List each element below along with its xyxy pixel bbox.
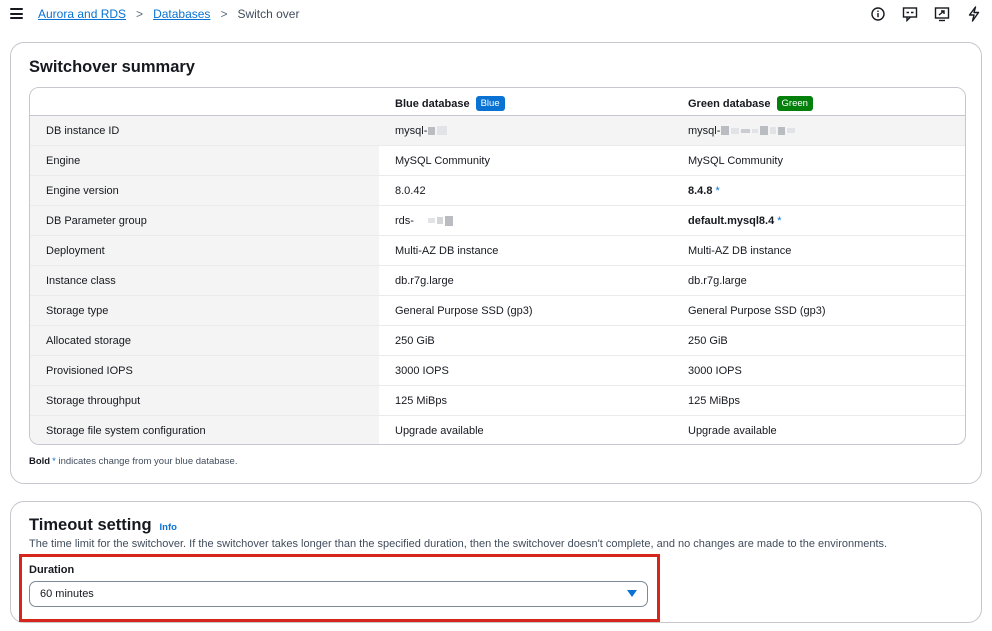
timeout-setting-panel: Timeout setting Info The time limit for t… bbox=[10, 501, 982, 623]
green-value: 125 MiBps bbox=[688, 394, 740, 407]
top-bar: Aurora and RDS > Databases > Switch over bbox=[0, 0, 992, 30]
table-row: Instance class db.r7g.large db.r7g.large bbox=[30, 266, 965, 296]
note-bold: Bold bbox=[29, 456, 51, 467]
caret-down-icon bbox=[627, 590, 637, 597]
table-row: DB Parameter group rds- default.mysql8.4… bbox=[30, 206, 965, 236]
row-label: Storage file system configuration bbox=[46, 425, 206, 437]
green-value: default.mysql8.4 * bbox=[688, 214, 782, 227]
change-marker: * bbox=[715, 184, 720, 197]
green-value: 250 GiB bbox=[688, 334, 728, 347]
blue-database-header: Blue database Blue bbox=[395, 96, 505, 111]
table-row: Deployment Multi-AZ DB instance Multi-AZ… bbox=[30, 236, 965, 266]
blue-value: mysql- bbox=[395, 116, 448, 145]
blue-value: General Purpose SSD (gp3) bbox=[395, 304, 533, 317]
breadcrumb-separator: > bbox=[136, 7, 144, 21]
row-label: Engine bbox=[46, 154, 81, 167]
table-row: Provisioned IOPS 3000 IOPS 3000 IOPS bbox=[30, 356, 965, 386]
feedback-icon[interactable] bbox=[902, 6, 918, 22]
table-header: Blue database Blue Green database Green bbox=[30, 88, 965, 116]
green-value: General Purpose SSD (gp3) bbox=[688, 304, 826, 317]
row-label: Provisioned IOPS bbox=[46, 364, 133, 377]
blue-badge: Blue bbox=[475, 96, 505, 111]
redacted-text bbox=[428, 126, 448, 135]
redacted-text bbox=[427, 215, 453, 226]
green-value: db.r7g.large bbox=[688, 274, 747, 287]
duration-selected-value: 60 minutes bbox=[40, 588, 94, 600]
green-value: Multi-AZ DB instance bbox=[688, 244, 792, 257]
switchover-summary-panel: Switchover summary Blue database Blue Gr… bbox=[10, 42, 982, 484]
timeout-title-row: Timeout setting Info bbox=[29, 516, 177, 535]
menu-icon[interactable] bbox=[10, 8, 23, 19]
breadcrumb-aurora-rds[interactable]: Aurora and RDS bbox=[38, 7, 126, 21]
table-row: Storage file system configuration Upgrad… bbox=[30, 416, 965, 444]
breadcrumb-separator: > bbox=[220, 7, 228, 21]
row-label: Storage throughput bbox=[46, 394, 141, 407]
lightning-icon[interactable] bbox=[966, 6, 982, 22]
blue-value: 125 MiBps bbox=[395, 394, 447, 407]
green-value: MySQL Community bbox=[688, 154, 783, 167]
blue-value: Upgrade available bbox=[395, 425, 484, 437]
blue-value: 3000 IOPS bbox=[395, 364, 449, 377]
duration-label: Duration bbox=[29, 564, 75, 576]
breadcrumb-databases[interactable]: Databases bbox=[153, 7, 210, 21]
blue-value: rds- bbox=[395, 206, 453, 235]
green-database-header: Green database Green bbox=[688, 96, 813, 111]
green-database-label: Green database bbox=[688, 97, 771, 110]
green-value: 3000 IOPS bbox=[688, 364, 742, 377]
green-value: 8.4.8 * bbox=[688, 184, 720, 197]
green-value: Upgrade available bbox=[688, 425, 777, 437]
table-row: DB instance ID mysql- mysql- bbox=[30, 116, 965, 146]
row-label: Storage type bbox=[46, 304, 109, 317]
blue-value: db.r7g.large bbox=[395, 274, 454, 287]
row-label: DB instance ID bbox=[46, 124, 120, 137]
blue-value: Multi-AZ DB instance bbox=[395, 244, 499, 257]
row-label: Instance class bbox=[46, 274, 116, 287]
blue-value: 250 GiB bbox=[395, 334, 435, 347]
row-label: Deployment bbox=[46, 244, 105, 257]
green-badge: Green bbox=[776, 96, 813, 111]
note-text: indicates change from your blue database… bbox=[58, 456, 238, 467]
summary-table: Blue database Blue Green database Green … bbox=[29, 87, 966, 445]
blue-database-label: Blue database bbox=[395, 97, 470, 110]
change-marker: * bbox=[777, 214, 782, 227]
table-row: Storage throughput 125 MiBps 125 MiBps bbox=[30, 386, 965, 416]
change-marker: * bbox=[52, 456, 56, 467]
info-link[interactable]: Info bbox=[160, 522, 177, 533]
table-row: Engine version 8.0.42 8.4.8 * bbox=[30, 176, 965, 206]
breadcrumb: Aurora and RDS > Databases > Switch over bbox=[38, 7, 299, 21]
blue-value: MySQL Community bbox=[395, 154, 490, 167]
duration-select[interactable]: 60 minutes bbox=[29, 581, 648, 607]
timeout-description: The time limit for the switchover. If th… bbox=[29, 538, 888, 550]
green-value: mysql- bbox=[688, 116, 796, 145]
table-row: Engine MySQL Community MySQL Community bbox=[30, 146, 965, 176]
table-row: Storage type General Purpose SSD (gp3) G… bbox=[30, 296, 965, 326]
table-row: Allocated storage 250 GiB 250 GiB bbox=[30, 326, 965, 356]
change-note: Bold * indicates change from your blue da… bbox=[29, 456, 237, 467]
row-label: DB Parameter group bbox=[46, 214, 147, 227]
redacted-text bbox=[721, 126, 796, 135]
info-icon[interactable] bbox=[870, 6, 886, 22]
screen-share-icon[interactable] bbox=[934, 6, 950, 22]
row-label: Engine version bbox=[46, 184, 119, 197]
breadcrumb-current: Switch over bbox=[237, 7, 300, 21]
row-label: Allocated storage bbox=[46, 334, 131, 347]
timeout-setting-title: Timeout setting bbox=[29, 516, 152, 534]
switchover-summary-title: Switchover summary bbox=[29, 58, 195, 76]
blue-value: 8.0.42 bbox=[395, 184, 426, 197]
